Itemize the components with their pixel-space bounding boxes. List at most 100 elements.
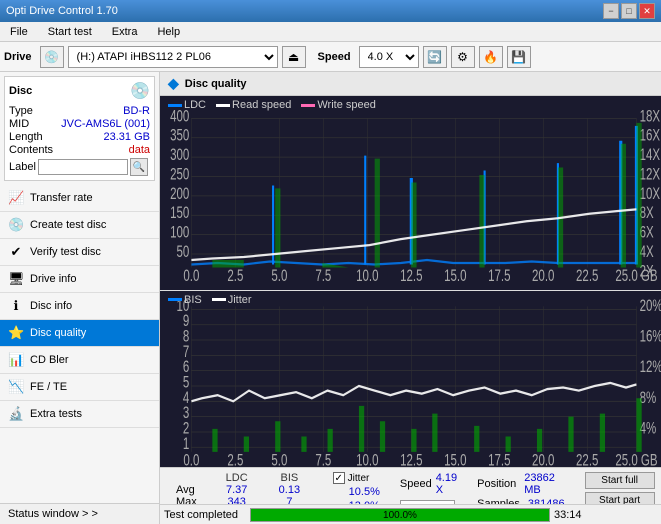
disc-contents-label: Contents xyxy=(9,144,53,156)
verify-test-disc-label: Verify test disc xyxy=(30,246,151,258)
sidebar-item-fe-te[interactable]: 📉 FE / TE xyxy=(0,374,159,401)
minimize-button[interactable]: − xyxy=(603,3,619,19)
chart1-svg: 400 350 300 250 200 150 100 50 18X 16X 1… xyxy=(160,96,661,290)
menu-extra[interactable]: Extra xyxy=(106,24,144,40)
disc-label-btn[interactable]: 🔍 xyxy=(130,158,148,176)
svg-text:8X: 8X xyxy=(640,204,655,223)
refresh-button[interactable]: 🔄 xyxy=(423,46,447,68)
jitter-label: Jitter xyxy=(348,473,370,484)
svg-text:10.0: 10.0 xyxy=(356,451,378,467)
disc-type-row: Type BD-R xyxy=(9,105,150,117)
burn-button[interactable]: 🔥 xyxy=(479,46,503,68)
disc-quality-header: ◆ Disc quality xyxy=(160,72,661,96)
svg-text:50: 50 xyxy=(177,243,190,262)
disc-length-value: 23.31 GB xyxy=(104,131,150,143)
svg-text:17.5: 17.5 xyxy=(488,451,510,467)
svg-text:300: 300 xyxy=(170,146,189,165)
svg-text:22.5: 22.5 xyxy=(576,451,598,467)
maximize-button[interactable]: □ xyxy=(621,3,637,19)
jitter-checkbox[interactable]: ✓ xyxy=(333,472,345,484)
status-window-label: Status window > > xyxy=(8,508,98,520)
transfer-rate-label: Transfer rate xyxy=(30,192,151,204)
verify-test-disc-icon: ✔ xyxy=(8,244,24,260)
time-display: 33:14 xyxy=(554,509,582,521)
drive-select[interactable]: (H:) ATAPI iHBS112 2 PL06 xyxy=(68,46,278,68)
sidebar-item-create-test-disc[interactable]: 💿 Create test disc xyxy=(0,212,159,239)
svg-text:22.5: 22.5 xyxy=(576,267,598,286)
speed-select[interactable]: 4.0 X xyxy=(359,46,419,68)
svg-text:10X: 10X xyxy=(640,185,661,204)
transfer-rate-icon: 📈 xyxy=(8,190,24,206)
svg-text:14X: 14X xyxy=(640,146,661,165)
svg-text:5.0: 5.0 xyxy=(271,267,287,286)
disc-label-row: Label 🔍 xyxy=(9,158,150,176)
speed-info-label: Speed xyxy=(400,478,432,490)
close-button[interactable]: ✕ xyxy=(639,3,655,19)
disc-mid-label: MID xyxy=(9,118,29,130)
chart2-svg: 10 9 8 7 6 5 4 3 2 1 20% 16% 12% 8% 4% xyxy=(160,291,661,467)
svg-text:6X: 6X xyxy=(640,224,655,243)
disc-contents-value: data xyxy=(129,144,150,156)
extra-tests-label: Extra tests xyxy=(30,408,151,420)
create-test-disc-icon: 💿 xyxy=(8,217,24,233)
svg-text:2.5: 2.5 xyxy=(227,267,243,286)
svg-text:4X: 4X xyxy=(640,243,655,262)
save-button[interactable]: 💾 xyxy=(507,46,531,68)
svg-text:20.0: 20.0 xyxy=(532,451,554,467)
sidebar-item-disc-info[interactable]: ℹ Disc info xyxy=(0,293,159,320)
avg-ldc: 7.37 xyxy=(207,484,266,496)
svg-text:25.0 GB: 25.0 GB xyxy=(615,267,657,286)
svg-text:12X: 12X xyxy=(640,166,661,185)
disc-type-value: BD-R xyxy=(123,105,150,117)
chart2-wrapper: BIS Jitter xyxy=(160,291,661,467)
svg-text:25.0 GB: 25.0 GB xyxy=(615,451,657,467)
extra-tests-icon: 🔬 xyxy=(8,406,24,422)
menu-help[interactable]: Help xyxy=(151,24,186,40)
start-full-button[interactable]: Start full xyxy=(585,472,655,489)
titlebar: Opti Drive Control 1.70 − □ ✕ xyxy=(0,0,661,22)
drive-info-icon: 🖥 xyxy=(8,271,24,287)
disc-label-input[interactable] xyxy=(38,159,128,175)
disc-quality-title: Disc quality xyxy=(185,78,247,90)
drive-icon-btn[interactable]: 💿 xyxy=(40,46,64,68)
sidebar-item-disc-quality[interactable]: ⭐ Disc quality xyxy=(0,320,159,347)
legend-ldc: LDC xyxy=(168,99,206,111)
disc-mid-value: JVC-AMS6L (001) xyxy=(61,118,150,130)
disc-info-label: Disc info xyxy=(30,300,151,312)
svg-text:250: 250 xyxy=(170,166,189,185)
sidebar-item-verify-test-disc[interactable]: ✔ Verify test disc xyxy=(0,239,159,266)
svg-text:5.0: 5.0 xyxy=(271,451,287,467)
disc-quality-label: Disc quality xyxy=(30,327,151,339)
sidebar-item-extra-tests[interactable]: 🔬 Extra tests xyxy=(0,401,159,428)
legend-jitter: Jitter xyxy=(212,294,252,306)
eject-button[interactable]: ⏏ xyxy=(282,46,306,68)
svg-text:10.0: 10.0 xyxy=(356,267,378,286)
drive-info-label: Drive info xyxy=(30,273,151,285)
menu-start-test[interactable]: Start test xyxy=(42,24,98,40)
speed-label: Speed xyxy=(318,51,351,63)
svg-text:16X: 16X xyxy=(640,127,661,146)
toolbar: Drive 💿 (H:) ATAPI iHBS112 2 PL06 ⏏ Spee… xyxy=(0,42,661,72)
chart1-wrapper: LDC Read speed Write speed xyxy=(160,96,661,291)
disc-length-label: Length xyxy=(9,131,43,143)
svg-text:12.5: 12.5 xyxy=(400,451,422,467)
statusbar: Test completed 100.0% 33:14 xyxy=(160,504,661,524)
progress-bar-container: 100.0% xyxy=(250,508,550,522)
svg-text:12%: 12% xyxy=(640,358,661,377)
settings-button[interactable]: ⚙ xyxy=(451,46,475,68)
jitter-avg: 10.5% xyxy=(333,486,380,498)
avg-label: Avg xyxy=(168,484,207,496)
status-window-button[interactable]: Status window > > xyxy=(0,503,159,524)
svg-text:150: 150 xyxy=(170,204,189,223)
svg-text:18X: 18X xyxy=(640,107,661,126)
disc-info-icon: ℹ xyxy=(8,298,24,314)
col-ldc: LDC xyxy=(207,472,266,484)
disc-panel-icon: 💿 xyxy=(130,81,150,101)
disc-contents-row: Contents data xyxy=(9,144,150,156)
menu-file[interactable]: File xyxy=(4,24,34,40)
disc-panel: Disc 💿 Type BD-R MID JVC-AMS6L (001) Len… xyxy=(4,76,155,181)
svg-text:12.5: 12.5 xyxy=(400,267,422,286)
sidebar-item-transfer-rate[interactable]: 📈 Transfer rate xyxy=(0,185,159,212)
sidebar-item-cd-bler[interactable]: 📊 CD Bler xyxy=(0,347,159,374)
sidebar-item-drive-info[interactable]: 🖥 Drive info xyxy=(0,266,159,293)
